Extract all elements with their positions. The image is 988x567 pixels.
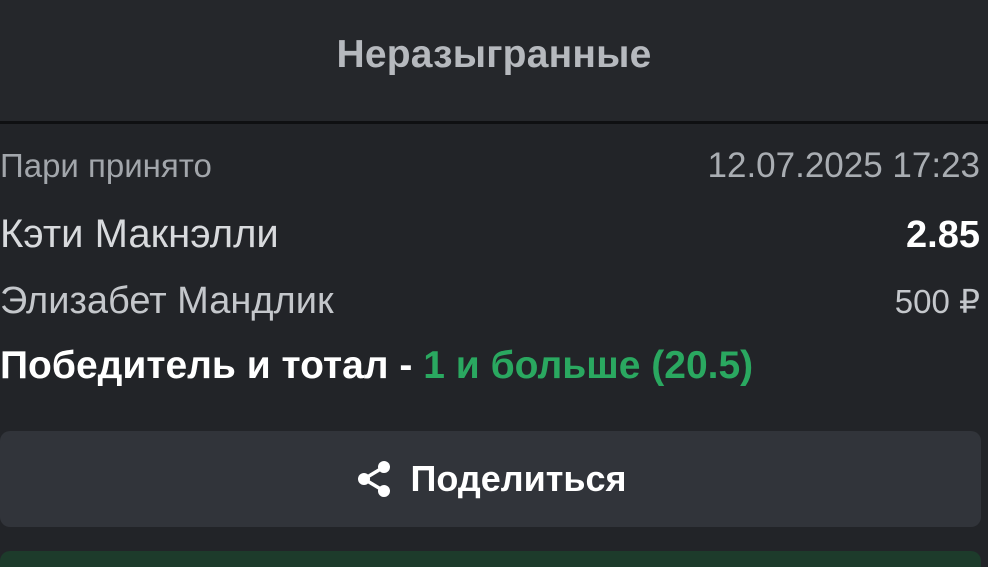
bet-market-line: Победитель и тотал - 1 и больше (20.5) [0, 344, 753, 388]
share-button-label: Поделиться [410, 458, 627, 499]
share-icon [354, 459, 394, 499]
bet-accepted-label: Пари принято [0, 147, 212, 184]
bet-screen: Неразыгранные Пари принято 12.07.2025 17… [0, 0, 988, 567]
divider [0, 121, 988, 124]
market-separator: - [388, 344, 424, 387]
market-name: Победитель и тотал [0, 344, 389, 387]
player2-row: Элизабет Мандлик 500 ₽ [0, 280, 980, 323]
header-tab[interactable]: Неразыгранные [0, 0, 988, 121]
page-title: Неразыгранные [336, 32, 652, 76]
player1-row: Кэти Макнэлли 2.85 [0, 212, 980, 257]
bet-stake: 500 ₽ [894, 283, 980, 320]
next-action-button[interactable] [0, 551, 981, 567]
player1-name: Кэти Макнэлли [0, 212, 279, 256]
bet-accepted-row: Пари принято 12.07.2025 17:23 [0, 146, 980, 186]
market-outcome: 1 и больше (20.5) [423, 344, 754, 387]
bet-accepted-datetime: 12.07.2025 17:23 [707, 146, 980, 185]
player2-name: Элизабет Мандлик [0, 280, 334, 322]
bet-odds: 2.85 [906, 214, 980, 256]
share-button[interactable]: Поделиться [0, 431, 981, 527]
